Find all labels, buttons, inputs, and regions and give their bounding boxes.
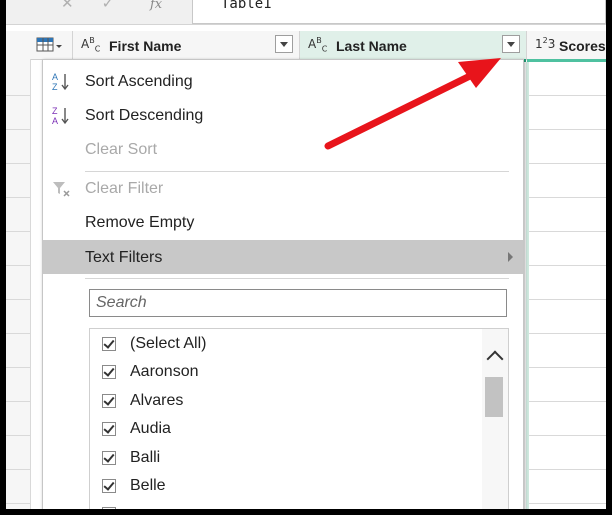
power-query-window: ✕✓ fx Table1 ABC First Name ABC Last Nam… xyxy=(6,0,606,509)
annotation-arrow xyxy=(324,58,501,150)
